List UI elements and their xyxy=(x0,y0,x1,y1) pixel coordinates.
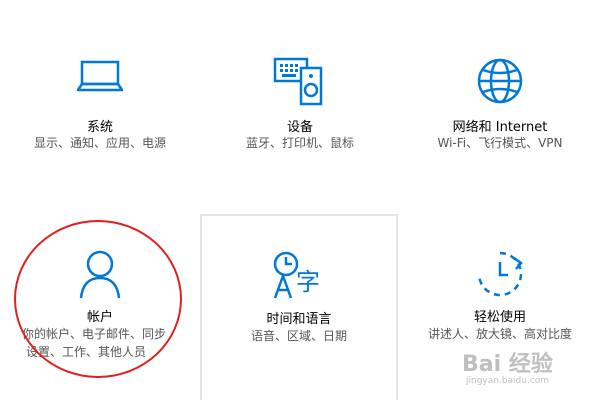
watermark: Bai 经验 jingyan.baidu.com xyxy=(462,344,592,394)
tile-description-line: 设置、工作、其他人员 xyxy=(26,345,147,359)
watermark-logo: Bai 经验 xyxy=(462,352,553,377)
settings-tile-accounts[interactable]: 帐户 你的帐户、电子邮件、同步 设置、工作、其他人员 xyxy=(0,214,200,400)
settings-tile-time-language[interactable]: 字 时间和语言 语音、区域、日期 xyxy=(200,214,398,400)
laptop-icon xyxy=(0,56,200,100)
settings-tile-system[interactable]: 系统 显示、通知、应用、电源 xyxy=(0,40,200,180)
watermark-url: jingyan.baidu.com xyxy=(466,376,550,386)
language-glyph: 字 xyxy=(296,268,320,296)
tile-title: 系统 xyxy=(86,120,113,135)
tile-description: Wi-Fi、飞行模式、VPN xyxy=(437,136,563,150)
tile-description: 显示、通知、应用、电源 xyxy=(33,136,166,150)
devices-icon xyxy=(200,56,400,108)
ease-of-access-icon xyxy=(400,248,600,300)
settings-tile-devices[interactable]: 设备 蓝牙、打印机、鼠标 xyxy=(200,40,400,180)
person-icon xyxy=(0,248,200,300)
tile-title: 网络和 Internet xyxy=(452,120,548,135)
tile-title: 设备 xyxy=(286,120,313,135)
tile-title: 轻松使用 xyxy=(473,310,526,325)
tile-title: 时间和语言 xyxy=(266,312,332,327)
tile-description: 你的帐户、电子邮件、同步 设置、工作、其他人员 xyxy=(22,325,178,361)
tile-title: 帐户 xyxy=(86,310,113,325)
tile-description: 语音、区域、日期 xyxy=(250,329,347,343)
settings-tile-network[interactable]: 网络和 Internet Wi-Fi、飞行模式、VPN xyxy=(400,40,600,180)
tile-description: 蓝牙、打印机、鼠标 xyxy=(245,136,354,150)
time-language-icon: 字 xyxy=(202,250,396,302)
tile-description-line: 你的帐户、电子邮件、同步 xyxy=(22,327,167,341)
tile-description: 讲述人、放大镜、高对比度 xyxy=(427,327,572,341)
globe-icon xyxy=(400,56,600,106)
